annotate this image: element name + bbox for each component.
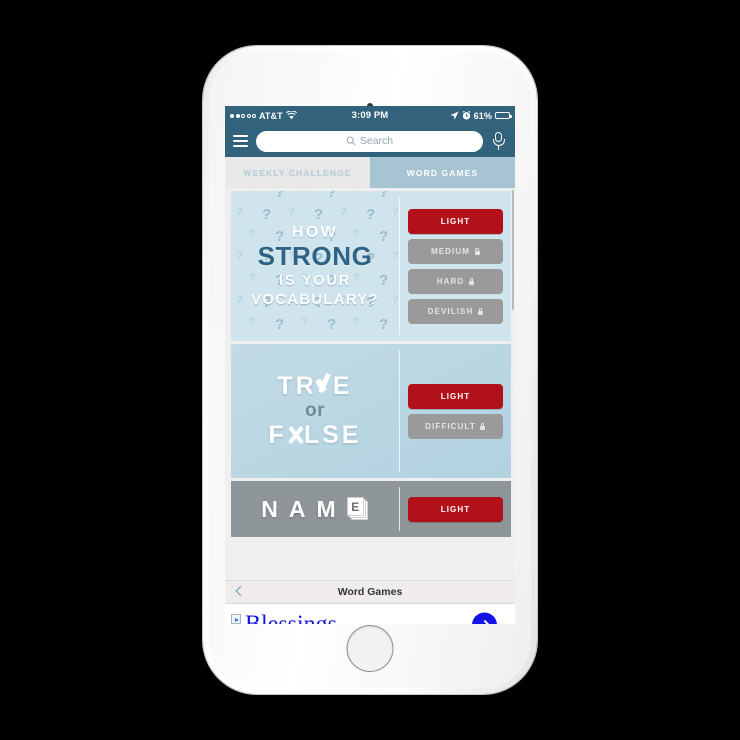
title-line-4: VOCABULARY? <box>251 291 379 308</box>
game-card-title: HOW STRONG IS YOUR VOCABULARY? <box>251 224 379 308</box>
lock-icon <box>468 277 474 285</box>
title-line-or: or <box>305 400 325 422</box>
game-card-artwork: ????????????????????????????????????????… <box>231 191 399 341</box>
toolbar-title: Word Games <box>337 586 403 598</box>
home-button[interactable] <box>346 625 394 672</box>
microphone-icon[interactable] <box>491 131 507 151</box>
phone-screen: AT&T 3:09 PM 61% Search WEEKLY CHALLENGE… <box>225 106 515 624</box>
title-line-false: F LSE <box>268 420 362 449</box>
title-line-3: IS YOUR <box>279 273 351 289</box>
signal-strength-icon <box>230 113 256 118</box>
battery-percent-label: 61% <box>473 110 492 121</box>
flashcard-stack-icon: E <box>346 497 369 521</box>
ad-cta-button[interactable] <box>472 612 497 625</box>
battery-icon <box>494 112 512 119</box>
lock-icon <box>477 307 483 315</box>
section-tabs: WEEKLY CHALLENGE WORD GAMES <box>225 157 515 188</box>
status-bar-right: 61% <box>418 110 512 121</box>
adchoices-icon[interactable] <box>231 614 242 624</box>
game-card-vocabulary-strength[interactable]: ????????????????????????????????????????… <box>231 191 511 341</box>
difficulty-button-devilish-label: DEVILISH <box>427 306 474 316</box>
screenshot-root: AT&T 3:09 PM 61% Search WEEKLY CHALLENGE… <box>0 0 740 740</box>
title-line-1: HOW <box>291 224 338 241</box>
game-card-title: N A M E <box>261 496 368 523</box>
difficulty-button-hard[interactable]: HARD <box>408 268 503 294</box>
ad-banner[interactable]: Blessings <box>225 603 515 624</box>
tab-weekly-challenge[interactable]: WEEKLY CHALLENGE <box>225 157 370 188</box>
lock-icon <box>480 422 486 430</box>
difficulty-button-difficult[interactable]: DIFFICULT <box>408 413 503 439</box>
difficulty-button-group: LIGHT MEDIUM HARD DEVILISH <box>399 191 511 341</box>
difficulty-button-light[interactable]: LIGHT <box>408 208 503 234</box>
cross-mark-icon <box>287 424 304 446</box>
checkmark-icon <box>317 374 333 398</box>
title-letter-e: E <box>346 497 364 516</box>
search-icon <box>346 136 356 146</box>
status-bar-left: AT&T <box>230 111 322 121</box>
game-card-artwork: TR E or F LSE <box>231 344 399 478</box>
game-list-scroll-area[interactable]: ????????????????????????????????????????… <box>225 188 515 580</box>
title-letter-a: A <box>288 495 308 522</box>
difficulty-button-light-label: LIGHT <box>440 504 471 514</box>
difficulty-button-medium[interactable]: MEDIUM <box>408 238 503 264</box>
bottom-toolbar: Word Games <box>225 580 515 603</box>
search-input[interactable]: Search <box>256 130 483 152</box>
search-placeholder-label: Search <box>359 135 394 147</box>
difficulty-button-group: LIGHT DIFFICULT <box>399 344 511 478</box>
ad-headline: Blessings <box>245 612 337 625</box>
title-letter-m: M <box>316 495 338 522</box>
game-card-artwork: N A M E <box>231 481 399 537</box>
difficulty-button-light-label: LIGHT <box>440 391 471 401</box>
app-navigation-bar: Search <box>225 125 515 157</box>
location-arrow-icon <box>450 111 459 120</box>
tab-word-games[interactable]: WORD GAMES <box>370 157 515 188</box>
title-line-2: STRONG <box>257 241 373 271</box>
difficulty-button-devilish[interactable]: DEVILISH <box>408 298 503 324</box>
difficulty-button-medium-label: MEDIUM <box>430 246 471 256</box>
back-chevron-icon[interactable] <box>234 588 243 597</box>
game-card-title: TR E or F LSE <box>269 373 362 449</box>
alarm-clock-icon <box>462 111 470 120</box>
tab-weekly-challenge-label: WEEKLY CHALLENGE <box>243 167 352 178</box>
chevron-right-icon <box>480 621 489 625</box>
title-letter-n: N <box>261 495 280 522</box>
vertical-scrollbar[interactable] <box>512 190 514 310</box>
carrier-label: AT&T <box>259 110 283 121</box>
wifi-icon <box>285 111 297 120</box>
phone-device: AT&T 3:09 PM 61% Search WEEKLY CHALLENGE… <box>203 46 537 694</box>
difficulty-button-hard-label: HARD <box>436 276 465 286</box>
difficulty-button-light-label: LIGHT <box>440 216 471 226</box>
game-card-name[interactable]: N A M E LIGHT <box>231 481 511 537</box>
difficulty-button-light[interactable]: LIGHT <box>408 383 503 409</box>
title-line-true: TR E <box>277 372 353 401</box>
lock-icon <box>474 247 480 255</box>
status-bar: AT&T 3:09 PM 61% <box>225 106 515 125</box>
difficulty-button-group: LIGHT <box>399 481 511 537</box>
hamburger-menu-icon[interactable] <box>233 135 248 147</box>
status-bar-clock: 3:09 PM <box>351 110 389 121</box>
difficulty-button-difficult-label: DIFFICULT <box>425 421 476 431</box>
game-card-true-or-false[interactable]: TR E or F LSE LIGHT DIFFICULT <box>231 344 511 478</box>
difficulty-button-light[interactable]: LIGHT <box>408 496 503 522</box>
tab-word-games-label: WORD GAMES <box>406 167 479 178</box>
